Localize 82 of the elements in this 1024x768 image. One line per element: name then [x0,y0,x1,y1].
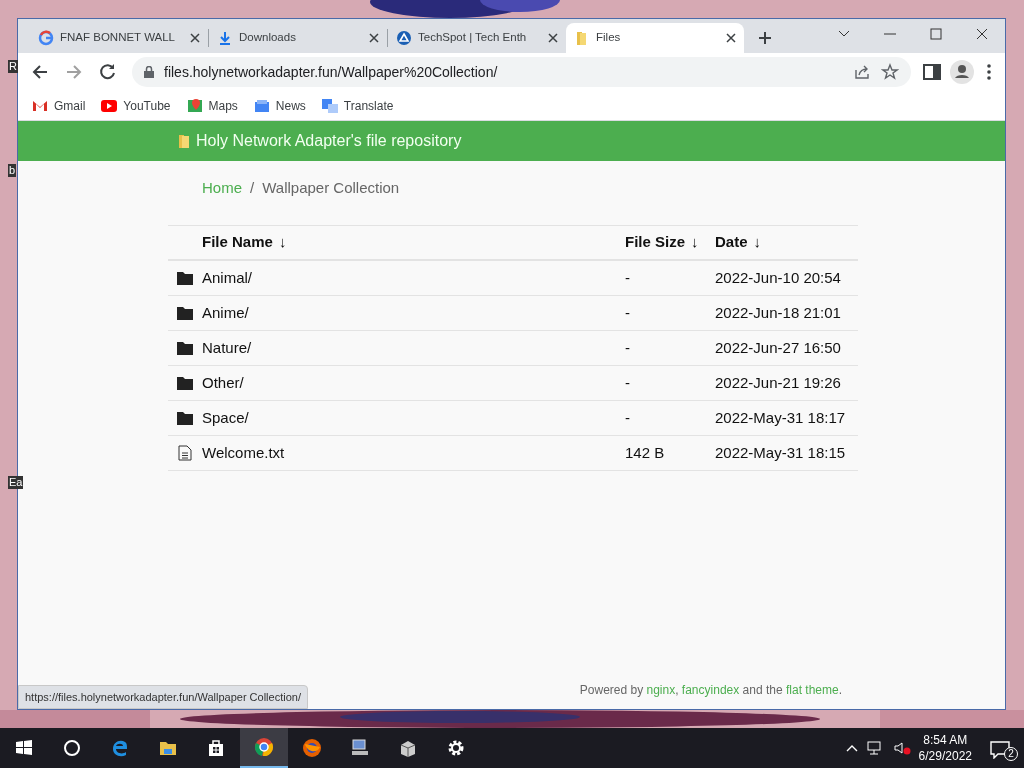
desktop-icon-label: b [8,164,17,177]
maximize-icon[interactable] [929,27,943,41]
close-icon[interactable] [190,33,200,43]
circle-icon[interactable] [62,738,82,758]
sort-arrow[interactable]: ↓ [278,233,287,251]
settings-icon[interactable] [446,738,466,758]
e-logo-icon[interactable] [110,738,130,758]
close-icon[interactable] [726,33,736,43]
file-name-link[interactable]: Other/ [202,373,244,391]
file-date: 2022-Jun-18 21:01 [715,303,841,321]
folder-icon [178,133,190,149]
bookmark[interactable]: Gmail [32,96,86,115]
status-url: https://files.holynetworkadapter.fun/Wallpaper Collection/ [18,684,308,709]
desktop-icon-label: Ea [8,476,24,489]
browser-tab[interactable]: TechSpot | Tech Enth [388,23,566,53]
clock[interactable]: 8:54 AM 6/29/2022 [918,732,972,764]
shopping-bag-icon[interactable] [206,738,226,758]
file-date: 2022-May-31 18:17 [715,408,846,426]
map-pin-icon [186,97,203,114]
notification-count: 2 [1004,747,1018,761]
document-icon [178,445,192,461]
browser-tab[interactable]: Files [566,23,744,53]
browser-tab[interactable]: FNAF BONNET WALL [30,23,208,53]
windows-logo-icon[interactable] [14,738,34,758]
translate-icon [321,97,338,114]
desktop-icon-label: R [8,60,18,73]
profile-icon[interactable] [949,59,975,85]
file-size: - [625,268,630,286]
folder-icon [177,411,193,425]
bookmark[interactable]: Maps [186,96,238,115]
browser-tab[interactable]: Downloads [209,23,387,53]
footer-credit: Powered by nginx, fancyindex and the flat theme. [579,682,842,699]
folder-icon [177,271,193,285]
chrome-logo-icon[interactable] [254,737,274,757]
file-size: - [625,373,630,391]
sort-arrow[interactable]: ↓ [753,233,761,251]
computer-icon[interactable] [350,738,370,758]
bookmark[interactable]: YouTube [101,96,171,115]
close-icon[interactable] [548,33,558,43]
column-header[interactable]: Date [715,233,748,251]
file-date: 2022-Jun-27 16:50 [715,338,841,356]
newspaper-icon [253,97,270,114]
muted-speaker-icon[interactable] [892,740,911,756]
file-name-link[interactable]: Nature/ [202,338,252,356]
file-date: 2022-May-31 18:15 [715,443,846,461]
file-date: 2022-Jun-21 19:26 [715,373,841,391]
new-tab-icon[interactable] [758,31,772,45]
file-name-link[interactable]: Welcome.txt [202,443,285,461]
close-icon[interactable] [975,27,989,41]
breadcrumb-separator: / [250,178,255,198]
play-icon [101,97,118,114]
download-icon [217,30,233,46]
file-name-link[interactable]: Space/ [202,408,249,426]
file-size: - [625,303,630,321]
g-logo-icon [38,30,54,46]
file-size: 142 B [625,443,665,461]
folder-icon [177,341,193,355]
notification-center[interactable]: 2 [990,737,1018,759]
lock-icon [144,66,154,78]
folder-icon [177,376,193,390]
file-size: - [625,408,630,426]
message-icon [990,740,1010,759]
sort-arrow[interactable]: ↓ [691,233,699,251]
file-date: 2022-Jun-10 20:54 [715,268,841,286]
column-header[interactable]: File Name [202,233,273,251]
bookmark[interactable]: News [253,96,306,115]
folder-icon [177,306,193,320]
bookmark[interactable]: Translate [321,96,394,115]
close-icon[interactable] [369,33,379,43]
file-name-link[interactable]: Anime/ [202,303,249,321]
breadcrumb-current: Wallpaper Collection [262,178,400,198]
star-icon[interactable] [881,63,899,81]
file-size: - [625,338,630,356]
firefox-logo-icon[interactable] [302,738,322,758]
url-text: files.holynetworkadapter.fun/Wallpaper%20Collection/ [164,62,498,82]
column-header[interactable]: File Size [625,233,686,251]
share-icon[interactable] [853,63,871,81]
address-bar[interactable]: files.holynetworkadapter.fun/Wallpaper%20Collection/ [132,57,911,87]
side-panel-icon[interactable] [921,61,943,83]
package-icon[interactable] [398,738,418,758]
file-name-link[interactable]: Animal/ [202,268,253,286]
triangle-logo-icon [396,30,412,46]
